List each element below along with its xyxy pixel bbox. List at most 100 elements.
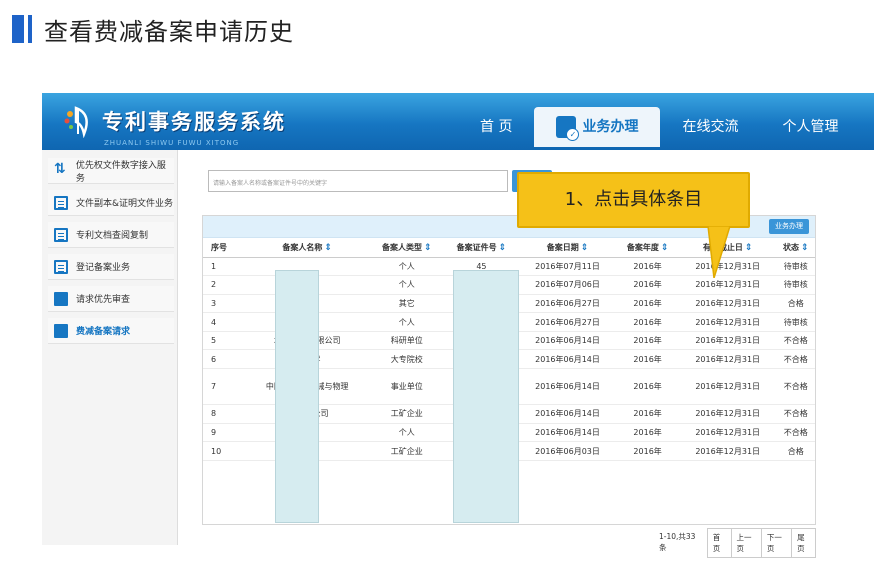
nav-business[interactable]: 业务办理 bbox=[534, 107, 661, 147]
column-header[interactable]: 备案年度 ⇕ bbox=[616, 238, 679, 258]
table-cell: 2016年12月31日 bbox=[678, 294, 777, 314]
table-cell: 7 bbox=[203, 368, 245, 406]
table-cell: 2016年12月31日 bbox=[678, 349, 777, 370]
document-icon bbox=[54, 195, 68, 210]
column-header[interactable]: 状态 ⇕ bbox=[776, 238, 815, 258]
table-cell: 工矿企业 bbox=[369, 404, 445, 424]
table-cell: 2 bbox=[203, 275, 245, 295]
sidebar-item-priority-exam[interactable]: 请求优先审查 bbox=[48, 286, 174, 312]
callout-pointer-icon bbox=[707, 226, 731, 278]
table-cell: 工矿企业 bbox=[369, 441, 445, 461]
table-cell: 2016年12月31日 bbox=[678, 312, 777, 332]
app-name-subtitle: ZHUANLI SHIWU FUWU XITONG bbox=[104, 139, 240, 147]
logo-icon bbox=[64, 106, 88, 138]
privacy-mask-id bbox=[453, 270, 519, 523]
business-icon bbox=[556, 116, 580, 141]
table-cell: 2016年06月14日 bbox=[518, 368, 617, 406]
sidebar-item-label: 专利文档查阅复制 bbox=[76, 231, 149, 241]
sort-icon[interactable]: ⇕ bbox=[745, 243, 753, 253]
sort-icon[interactable]: ⇕ bbox=[581, 243, 589, 253]
sort-icon[interactable]: ⇕ bbox=[499, 243, 507, 253]
document-icon bbox=[54, 291, 68, 306]
sidebar-item-doc-copy[interactable]: 专利文档查阅复制 bbox=[48, 222, 174, 248]
table-cell: 2016年12月31日 bbox=[678, 368, 777, 406]
title-marker-icon bbox=[12, 15, 32, 43]
table-cell: 不合格 bbox=[776, 349, 815, 370]
sort-icon[interactable]: ⇕ bbox=[801, 243, 809, 253]
nav-online-chat[interactable]: 在线交流 bbox=[660, 107, 760, 147]
app-logo[interactable]: 专利事务服务系统 bbox=[62, 104, 286, 138]
sort-icon[interactable]: ⇕ bbox=[661, 243, 669, 253]
page-next-button[interactable]: 下一页 bbox=[760, 528, 793, 558]
search-input[interactable]: 请输入备案人名称或备案证件号中的关键字 bbox=[208, 170, 508, 192]
column-header[interactable]: 备案人类型 ⇕ bbox=[369, 238, 445, 258]
table-cell: 1 bbox=[203, 257, 245, 277]
table-cell: 10 bbox=[203, 441, 245, 461]
table-cell: 其它 bbox=[369, 294, 445, 314]
sidebar-item-priority-docs[interactable]: 优先权文件数字接入服务 bbox=[48, 158, 174, 184]
sort-icon[interactable]: ⇕ bbox=[324, 243, 332, 253]
document-icon bbox=[54, 227, 68, 242]
table-cell: 待审核 bbox=[776, 257, 815, 277]
column-header[interactable]: 备案日期 ⇕ bbox=[518, 238, 617, 258]
table-cell: 个人 bbox=[369, 423, 445, 443]
table-cell: 2016年12月31日 bbox=[678, 404, 777, 424]
table-cell: 2016年 bbox=[616, 423, 679, 443]
sidebar-item-label: 文件副本&证明文件业务 bbox=[76, 199, 174, 209]
nav-home[interactable]: 首 页 bbox=[458, 107, 534, 147]
sidebar-item-label: 费减备案请求 bbox=[76, 327, 131, 337]
page-last-button[interactable]: 尾页 bbox=[791, 528, 816, 558]
sidebar-item-copies[interactable]: 文件副本&证明文件业务 bbox=[48, 190, 174, 216]
table-cell: 2016年 bbox=[616, 349, 679, 370]
table-cell: 2016年06月14日 bbox=[518, 349, 617, 370]
table-cell: 2016年 bbox=[616, 404, 679, 424]
sidebar-item-label: 请求优先审查 bbox=[76, 295, 131, 305]
table-cell: 2016年06月14日 bbox=[518, 423, 617, 443]
page-first-button[interactable]: 首页 bbox=[706, 528, 732, 558]
table-cell: 个人 bbox=[369, 257, 445, 277]
transfer-icon bbox=[54, 161, 68, 178]
slide-title: 查看费减备案申请历史 bbox=[44, 17, 294, 46]
table-cell: 2016年07月06日 bbox=[518, 275, 617, 295]
table-cell: 2016年 bbox=[616, 368, 679, 406]
table-cell: 大专院校 bbox=[369, 349, 445, 370]
table-cell: 不合格 bbox=[776, 404, 815, 424]
table-cell: 5 bbox=[203, 331, 245, 351]
table-cell: 9 bbox=[203, 423, 245, 443]
table-cell: 个人 bbox=[369, 275, 445, 295]
table-cell: 2016年12月31日 bbox=[678, 423, 777, 443]
page-prev-button[interactable]: 上一页 bbox=[730, 528, 762, 558]
table-cell: 2016年12月31日 bbox=[678, 275, 777, 295]
table-cell: 2016年06月14日 bbox=[518, 331, 617, 351]
sidebar-item-registration[interactable]: 登记备案业务 bbox=[48, 254, 174, 280]
table-cell: 2016年 bbox=[616, 275, 679, 295]
table-cell: 科研单位 bbox=[369, 331, 445, 351]
table-cell: 不合格 bbox=[776, 331, 815, 351]
business-action-button[interactable]: 业务办理 bbox=[769, 219, 809, 234]
table-cell: 不合格 bbox=[776, 423, 815, 443]
column-header[interactable]: 备案证件号 ⇕ bbox=[444, 238, 519, 258]
table-cell: 6 bbox=[203, 349, 245, 370]
column-header[interactable]: 备案人名称 ⇕ bbox=[245, 238, 370, 258]
table-cell: 事业单位 bbox=[369, 368, 445, 406]
app-header: 专利事务服务系统 ZHUANLI SHIWU FUWU XITONG 首 页 业… bbox=[42, 93, 874, 150]
sort-icon[interactable]: ⇕ bbox=[424, 243, 432, 253]
table-cell: 2016年06月27日 bbox=[518, 312, 617, 332]
nav-business-label: 业务办理 bbox=[582, 119, 639, 135]
table-cell: 个人 bbox=[369, 312, 445, 332]
document-icon bbox=[54, 323, 68, 338]
table-cell: 待审核 bbox=[776, 312, 815, 332]
column-header: 序号 bbox=[203, 238, 245, 258]
table-cell: 2016年 bbox=[616, 294, 679, 314]
sidebar-item-fee-reduction[interactable]: 费减备案请求 bbox=[48, 318, 174, 344]
sidebar-item-label: 优先权文件数字接入服务 bbox=[75, 160, 166, 184]
table-cell: 2016年 bbox=[616, 331, 679, 351]
main-nav: 首 页 业务办理 在线交流 个人管理 bbox=[458, 107, 860, 147]
table-cell: 2016年06月03日 bbox=[518, 441, 617, 461]
sidebar-item-label: 登记备案业务 bbox=[76, 263, 131, 273]
nav-personal[interactable]: 个人管理 bbox=[760, 107, 860, 147]
table-cell: 2016年06月27日 bbox=[518, 294, 617, 314]
table-cell: 不合格 bbox=[776, 368, 815, 406]
table-cell: 2016年12月31日 bbox=[678, 441, 777, 461]
page: 查看费减备案申请历史 专利事务服务系统 ZHUANLI SHIWU FUWU X… bbox=[0, 0, 888, 570]
